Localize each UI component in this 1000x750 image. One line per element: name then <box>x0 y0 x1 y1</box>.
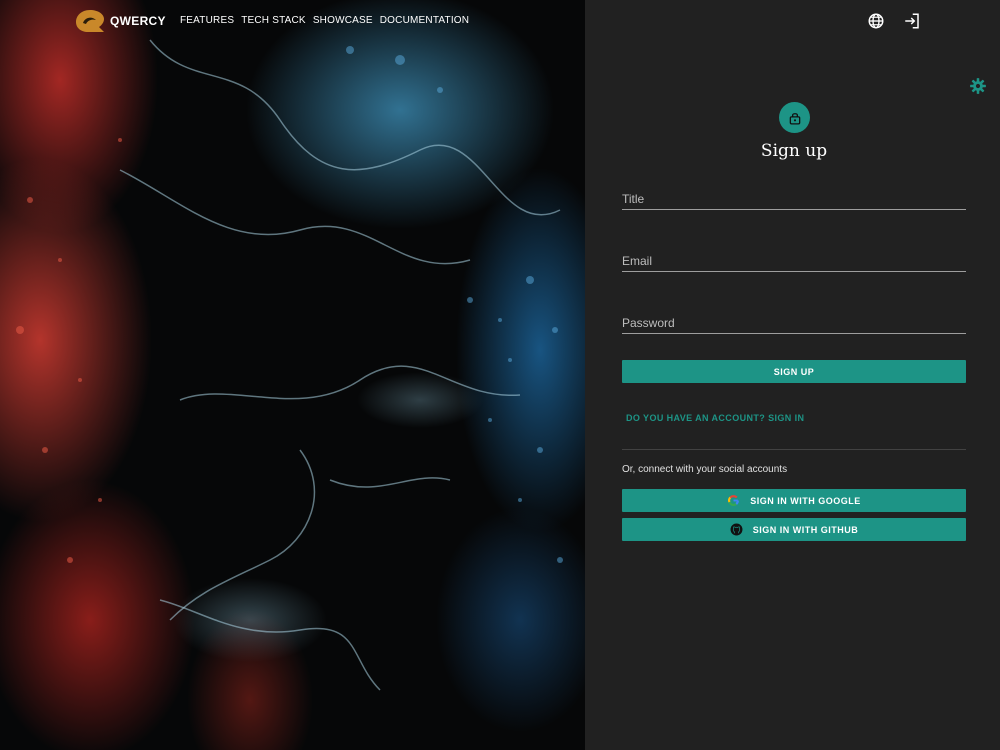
email-input[interactable] <box>622 250 966 271</box>
google-signin-label: SIGN IN WITH GOOGLE <box>750 495 861 506</box>
brand-name: QWERCY <box>110 14 166 28</box>
github-icon <box>730 523 743 536</box>
hero-artwork <box>0 0 585 750</box>
lock-icon <box>789 112 800 124</box>
lock-avatar <box>779 102 810 133</box>
nav-link-documentation[interactable]: DOCUMENTATION <box>380 15 469 26</box>
github-signin-label: SIGN IN WITH GITHUB <box>752 524 859 535</box>
signup-button-label: SIGN UP <box>773 366 815 377</box>
google-icon <box>728 495 740 507</box>
title-input[interactable] <box>622 188 966 209</box>
gear-icon[interactable] <box>969 77 987 95</box>
qwercy-logo-icon <box>76 10 104 32</box>
fluid-art-texture <box>16 39 563 691</box>
login-icon[interactable] <box>903 12 921 30</box>
password-field <box>622 312 966 334</box>
brand[interactable]: QWERCY <box>74 8 166 34</box>
social-accounts-text: Or, connect with your social accounts <box>622 464 788 475</box>
nav-link-showcase[interactable]: SHOWCASE <box>313 15 373 26</box>
github-signin-button[interactable]: SIGN IN WITH GITHUB <box>622 518 966 541</box>
page-title: Sign up <box>760 141 828 161</box>
google-signin-button[interactable]: SIGN IN WITH GOOGLE <box>622 489 966 512</box>
divider <box>622 449 966 450</box>
title-field <box>622 188 966 210</box>
nav-links: FEATURES TECH STACK SHOWCASE DOCUMENTATI… <box>180 15 469 26</box>
email-field <box>622 250 966 272</box>
signup-button[interactable]: SIGN UP <box>622 360 966 383</box>
globe-icon[interactable] <box>867 12 885 30</box>
nav-link-features[interactable]: FEATURES <box>180 15 234 26</box>
password-input[interactable] <box>622 312 966 333</box>
top-navbar: QWERCY FEATURES TECH STACK SHOWCASE DOCU… <box>0 0 1000 42</box>
nav-link-tech-stack[interactable]: TECH STACK <box>241 15 306 26</box>
signin-link[interactable]: DO YOU HAVE AN ACCOUNT? SIGN IN <box>626 413 804 423</box>
